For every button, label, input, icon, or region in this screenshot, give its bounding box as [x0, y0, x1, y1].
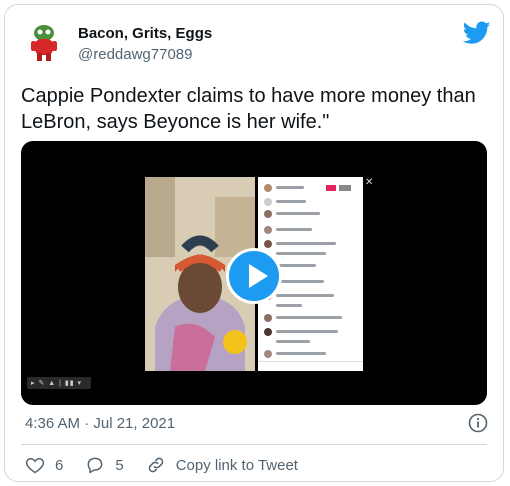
heart-icon: [25, 457, 45, 474]
copy-link-label: Copy link to Tweet: [175, 456, 298, 474]
reply-icon: [87, 457, 103, 474]
tweet-card: Bacon, Grits, Eggs @reddawg77089 Cappie …: [4, 4, 504, 482]
divider: [21, 444, 487, 445]
play-icon[interactable]: [226, 248, 282, 304]
close-icon: ✕: [365, 177, 374, 188]
like-count: 6: [55, 456, 64, 474]
link-icon: [148, 457, 163, 473]
reply-button[interactable]: 5: [85, 455, 124, 475]
copy-link-button[interactable]: Copy link to Tweet: [146, 455, 298, 475]
avatar[interactable]: [21, 19, 67, 65]
twitter-bird-icon[interactable]: [462, 21, 491, 45]
info-icon[interactable]: [468, 413, 488, 433]
reply-count: 5: [115, 456, 124, 474]
video-toolbar: ▸ ✎ ▲ | ▮▮ ▾: [27, 377, 91, 389]
tweet-text: Cappie Pondexter claims to have more mon…: [21, 85, 476, 133]
author-handle[interactable]: @reddawg77089: [78, 46, 192, 63]
like-button[interactable]: 6: [25, 455, 63, 475]
author-name[interactable]: Bacon, Grits, Eggs: [78, 25, 212, 42]
video-player[interactable]: ✕ ▸ ✎ ▲ | ▮▮ ▾: [21, 141, 487, 405]
tweet-actions: 6 5 Copy link to Tweet: [25, 454, 320, 476]
tweet-timestamp[interactable]: 4:36 AM · Jul 21, 2021: [25, 415, 175, 432]
